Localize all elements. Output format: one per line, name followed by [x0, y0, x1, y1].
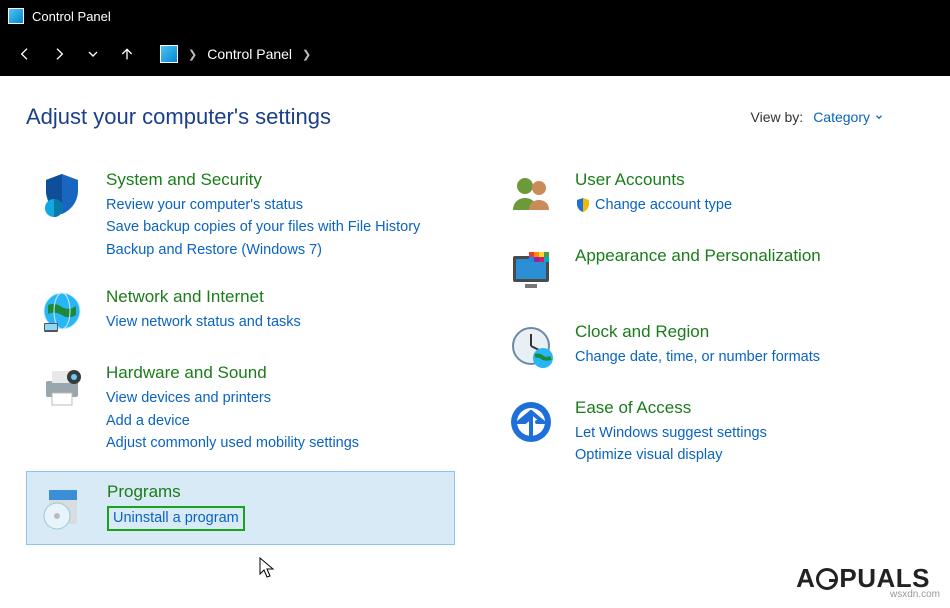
category-user-accounts: User Accounts Change account type [495, 160, 924, 232]
category-title[interactable]: Hardware and Sound [106, 363, 359, 383]
category-network-internet: Network and Internet View network status… [26, 277, 455, 349]
category-link[interactable]: Change account type [575, 194, 732, 216]
category-link[interactable]: Adjust commonly used mobility settings [106, 432, 359, 454]
window-titlebar: Control Panel [0, 0, 950, 32]
category-clock-region: Clock and Region Change date, time, or n… [495, 312, 924, 384]
category-programs: Programs Uninstall a program [26, 471, 455, 545]
category-link[interactable]: Optimize visual display [575, 444, 767, 466]
printer-icon [36, 361, 88, 413]
monitor-palette-icon [505, 244, 557, 296]
category-ease-of-access: Ease of Access Let Windows suggest setti… [495, 388, 924, 479]
forward-button[interactable] [44, 39, 74, 69]
breadcrumb-current[interactable]: Control Panel [207, 46, 292, 62]
people-icon [505, 168, 557, 220]
right-column: User Accounts Change account type [495, 160, 924, 549]
category-system-security: System and Security Review your computer… [26, 160, 455, 273]
category-title[interactable]: Programs [107, 482, 245, 502]
shield-icon [36, 168, 88, 220]
category-link[interactable]: Review your computer's status [106, 194, 420, 216]
category-link[interactable]: Let Windows suggest settings [575, 422, 767, 444]
ease-of-access-icon [505, 396, 557, 448]
category-link[interactable]: Add a device [106, 410, 359, 432]
uac-shield-icon [575, 197, 591, 213]
control-panel-icon [160, 45, 178, 63]
category-title[interactable]: System and Security [106, 170, 420, 190]
chevron-down-icon [874, 112, 884, 122]
address-bar[interactable]: ❯ Control Panel ❯ [160, 45, 311, 63]
category-link[interactable]: Backup and Restore (Windows 7) [106, 239, 420, 261]
nav-toolbar: ❯ Control Panel ❯ [0, 32, 950, 76]
view-by-label: View by: [751, 109, 804, 125]
highlight-box: Uninstall a program [107, 506, 245, 531]
category-title[interactable]: Network and Internet [106, 287, 301, 307]
up-button[interactable] [112, 39, 142, 69]
chevron-right-icon: ❯ [302, 48, 311, 61]
category-link[interactable]: Save backup copies of your files with Fi… [106, 216, 420, 238]
category-link[interactable]: View network status and tasks [106, 311, 301, 333]
recent-dropdown[interactable] [78, 39, 108, 69]
page-title: Adjust your computer's settings [26, 104, 331, 130]
category-link[interactable]: Change date, time, or number formats [575, 346, 820, 368]
window-title: Control Panel [32, 9, 111, 24]
globe-icon [36, 285, 88, 337]
view-by-control: View by: Category [751, 109, 884, 125]
left-column: System and Security Review your computer… [26, 160, 455, 549]
control-panel-icon [8, 8, 24, 24]
category-title[interactable]: Clock and Region [575, 322, 820, 342]
back-button[interactable] [10, 39, 40, 69]
category-title[interactable]: Appearance and Personalization [575, 246, 821, 266]
watermark: wsxdn.com [890, 589, 940, 600]
chevron-right-icon: ❯ [188, 48, 197, 61]
content-area: Adjust your computer's settings View by:… [0, 76, 950, 559]
mouse-cursor-icon [259, 557, 277, 579]
view-by-dropdown[interactable]: Category [813, 109, 884, 125]
clock-globe-icon [505, 320, 557, 372]
category-hardware-sound: Hardware and Sound View devices and prin… [26, 353, 455, 466]
category-title[interactable]: Ease of Access [575, 398, 767, 418]
category-link[interactable]: View devices and printers [106, 387, 359, 409]
category-link-uninstall[interactable]: Uninstall a program [107, 506, 245, 531]
category-title[interactable]: User Accounts [575, 170, 732, 190]
disc-box-icon [37, 480, 89, 532]
category-appearance-personalization: Appearance and Personalization [495, 236, 924, 308]
